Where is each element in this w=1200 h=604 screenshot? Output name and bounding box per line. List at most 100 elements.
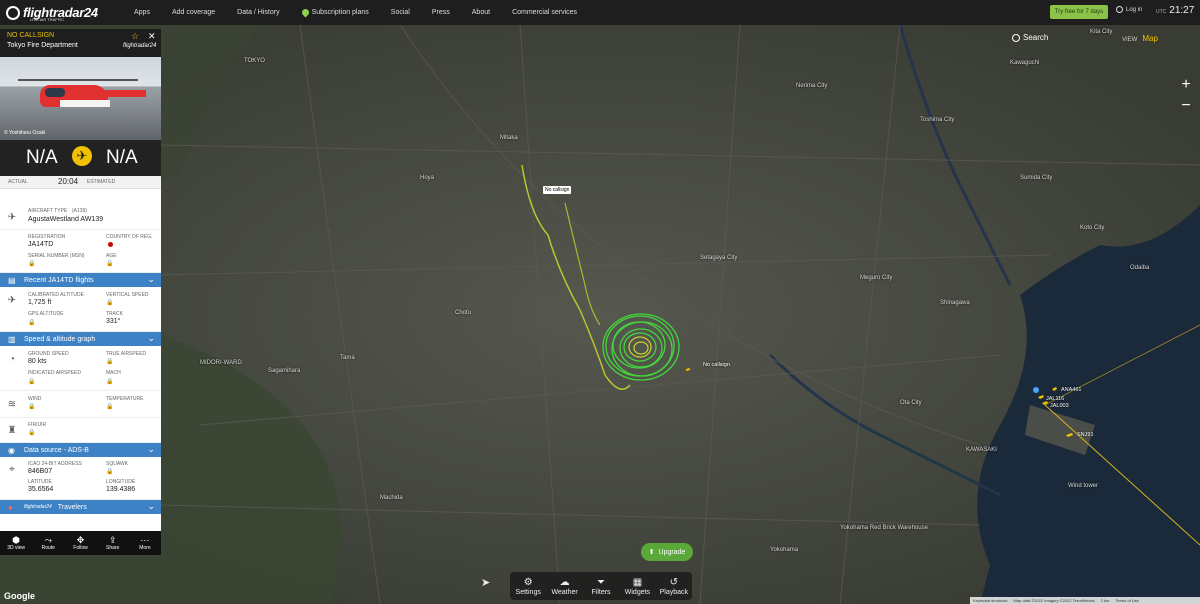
plane-label-snj91[interactable]: SNJ91 (1077, 432, 1094, 438)
map-label: Shinagawa (940, 300, 970, 306)
plane-label-jal003[interactable]: JAL003 (1050, 403, 1069, 409)
destination-code: N/A (106, 147, 138, 168)
aircraft-details-panel: NO CALLSIGN Tokyo Fire Department flight… (0, 29, 161, 555)
scale-text: 2 km (1100, 598, 1110, 603)
weather-button[interactable]: ☁ Weather (546, 572, 582, 600)
icao-value: 846B07 (28, 468, 53, 475)
travelers-brand: flightradar24 (24, 504, 52, 510)
search-button[interactable]: Search (1012, 33, 1048, 42)
map-label: TOKYO (244, 58, 265, 64)
locked-value-icon[interactable]: 🔒 (28, 429, 35, 436)
callsign-tag-track[interactable]: No callsign (543, 186, 572, 194)
nav-apps[interactable]: Apps (134, 9, 150, 16)
zoom-in-button[interactable]: + (1178, 76, 1194, 93)
clock-zone: UTC (1156, 9, 1167, 15)
playback-icon: ↺ (669, 576, 679, 588)
follow-button[interactable]: ✥ Follow (64, 531, 96, 555)
playback-label: Playback (659, 588, 689, 596)
nav-press[interactable]: Press (432, 9, 450, 16)
zoom-out-button[interactable]: − (1178, 97, 1194, 114)
widgets-button[interactable]: ▦ Widgets (619, 572, 655, 600)
actual-label: ACTUAL (8, 179, 28, 185)
flights-icon: ▤ (8, 275, 16, 285)
widgets-icon: ▦ (632, 576, 643, 588)
nav-about[interactable]: About (472, 9, 490, 16)
locked-value-icon[interactable]: 🔒 (28, 403, 35, 410)
locked-value-icon[interactable]: 🔒 (106, 260, 113, 267)
terms-link[interactable]: Terms of Use (1115, 598, 1139, 603)
map-label: MIDORI-WARD (200, 360, 242, 366)
true-airspeed-label: TRUE AIRSPEED (106, 351, 147, 357)
ground-speed-label: GROUND SPEED (28, 351, 69, 357)
map-label: Wind tower (1068, 483, 1099, 489)
cal-alt-label: CALIBRATED ALTITUDE (28, 292, 84, 298)
locked-value-icon[interactable]: 🔒 (106, 358, 113, 365)
locked-value-icon[interactable]: 🔒 (28, 260, 35, 267)
recent-flights-band[interactable]: ▤ Recent JA14TD flights ⌄ (0, 273, 161, 287)
weather-section: ≋ WIND 🔒 TEMPERATURE 🔒 (0, 391, 161, 418)
airplane-icon: ✈ (72, 146, 92, 166)
callsign-title: NO CALLSIGN (7, 32, 55, 39)
3d-view-button[interactable]: ⬢ 3D view (0, 531, 32, 555)
locked-value-icon[interactable]: 🔒 (28, 319, 35, 326)
upgrade-button[interactable]: ⬆ Upgrade (641, 543, 693, 561)
nav-subscription-plans[interactable]: Subscription plans (300, 7, 369, 18)
bookmark-star-icon[interactable]: ☆ (131, 31, 139, 42)
locked-value-icon[interactable]: 🔒 (106, 468, 113, 475)
plane-label-jal116[interactable]: JAL116 (1046, 396, 1064, 402)
locked-value-icon[interactable]: 🔒 (106, 403, 113, 410)
location-arrow-icon[interactable]: ➤ (481, 576, 490, 589)
latitude-label: LATITUDE (28, 479, 52, 485)
transponder-icon: ⌖ (9, 463, 15, 475)
data-source-band[interactable]: ◉ Data source - ADS-B ⌄ (0, 443, 161, 457)
chevron-down-icon: ⌄ (147, 274, 155, 284)
search-label: Search (1023, 33, 1049, 42)
nav-data-history[interactable]: Data / History (237, 9, 279, 16)
speed-section: ◔ GROUND SPEED 80 kts TRUE AIRSPEED 🔒 IN… (0, 346, 161, 391)
tower-icon: ♜ (7, 424, 17, 436)
google-logo: Google (4, 591, 35, 601)
aircraft-photo[interactable]: © Yoshiharu Ozaki (0, 57, 161, 140)
locked-value-icon[interactable]: 🔒 (106, 299, 113, 306)
speed-graph-band[interactable]: ▥ Speed & altitude graph ⌄ (0, 332, 161, 346)
chevron-down-icon: ⌄ (147, 501, 155, 511)
settings-button[interactable]: ⚙ Settings (510, 572, 546, 600)
try-free-button[interactable]: Try free for 7 days (1050, 5, 1108, 19)
registration-value: JA14TD (28, 241, 54, 248)
flightradar24-logo[interactable]: flightradar24 LIVE AIR TRAFFIC (6, 5, 110, 22)
login-button[interactable]: Log in (1116, 6, 1142, 13)
share-button[interactable]: ⇪ Share (97, 531, 129, 555)
map-view[interactable]: No callsign No callsign ANA461 JAL116 JA… (0, 25, 1200, 604)
map-label: Yokohama (770, 547, 799, 553)
filters-button[interactable]: ⏷ Filters (583, 572, 619, 600)
aircraft-type-label: AIRCRAFT TYPE (28, 208, 68, 214)
keyboard-shortcuts-link[interactable]: Keyboard shortcuts (973, 598, 1007, 603)
recent-flights-label: Recent JA14TD flights (24, 276, 94, 284)
locked-value-icon[interactable]: 🔒 (28, 378, 35, 385)
locked-value-icon[interactable]: 🔒 (106, 378, 113, 385)
close-panel-icon[interactable]: ✕ (148, 31, 156, 42)
map-label: Kawaguchi (1010, 60, 1040, 66)
upgrade-label: Upgrade (658, 548, 686, 556)
map-label: Setagaya City (700, 255, 738, 261)
map-data-text: Map data ©2022 Imagery ©2022 TerraMetric… (1013, 598, 1095, 603)
map-label: Toshima City (920, 117, 955, 123)
travelers-band[interactable]: ● flightradar24 Travelers ⌄ (0, 500, 161, 514)
travelers-logo-icon: ● (8, 502, 13, 512)
map-label: KAWASAKI (966, 447, 997, 453)
route-icon: ⤳ (44, 535, 52, 545)
plane-label-ana461[interactable]: ANA461 (1061, 387, 1082, 393)
callsign-label-aircraft[interactable]: No callsign (703, 362, 730, 368)
nav-commercial-services[interactable]: Commercial services (512, 9, 577, 16)
more-button[interactable]: ⋯ More (129, 531, 161, 555)
nav-add-coverage[interactable]: Add coverage (172, 9, 215, 16)
estimated-label: ESTIMATED (87, 179, 116, 185)
view-selector[interactable]: VIEW Map (1122, 34, 1158, 43)
travelers-label: Travelers (57, 503, 87, 511)
playback-button[interactable]: ↺ Playback (656, 572, 692, 600)
nav-social[interactable]: Social (391, 9, 410, 16)
aircraft-type-section: ✈ AIRCRAFT TYPE (A139) AgustaWestland AW… (0, 205, 161, 230)
follow-icon: ✥ (76, 535, 85, 545)
route-button[interactable]: ⤳ Route (32, 531, 64, 555)
wind-label: WIND (28, 396, 42, 402)
